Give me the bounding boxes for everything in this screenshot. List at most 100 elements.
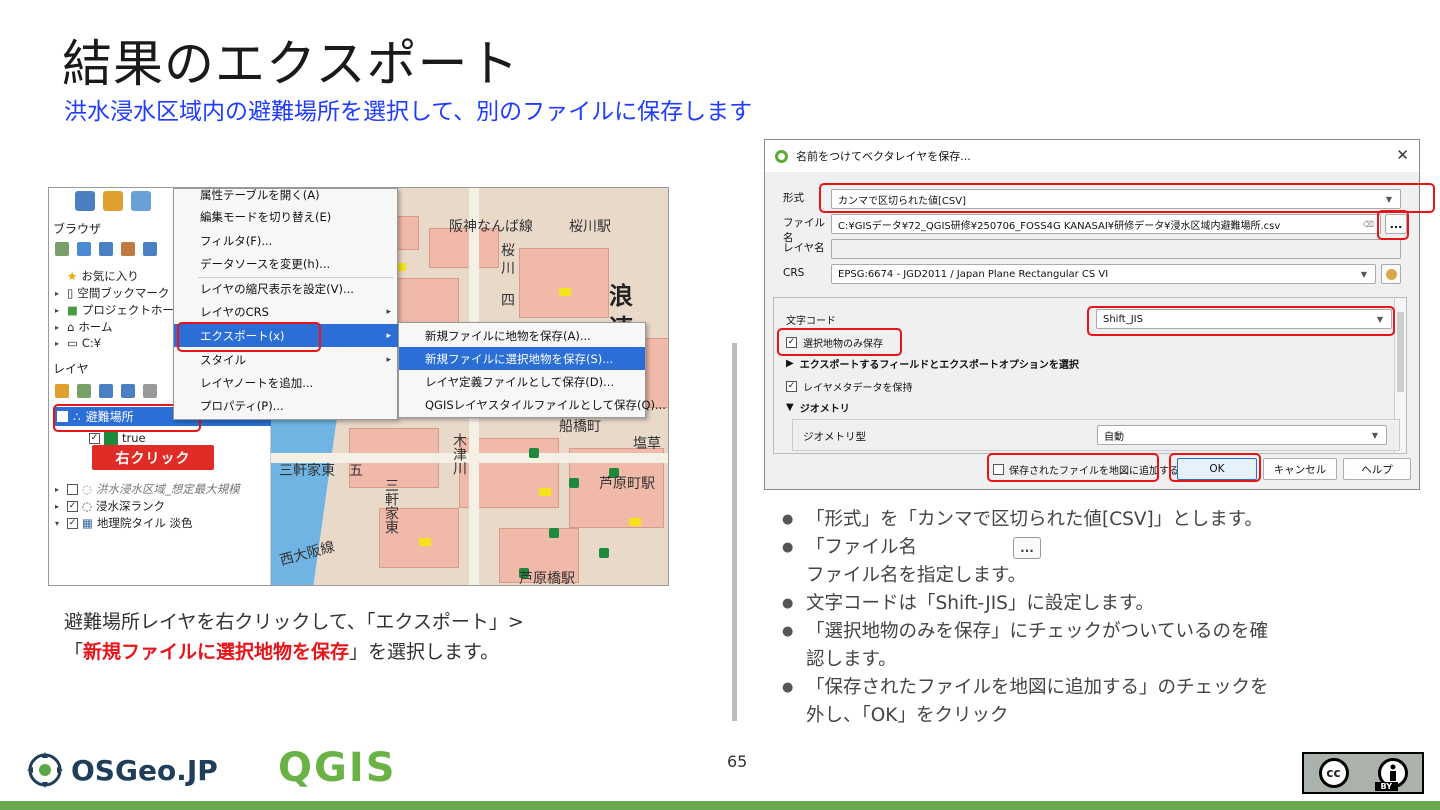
menu-item-scale-visibility[interactable]: レイヤの縮尺表示を設定(V)... <box>174 277 399 300</box>
layers-toolbar <box>55 384 157 398</box>
instruction-item: 文字コードは「Shift-JIS」に設定します。 <box>782 590 1402 618</box>
chevron-down-icon: ▼ <box>1371 430 1378 440</box>
crs-select[interactable]: EPSG:6674 - JGD2011 / Japan Plane Rectan… <box>831 264 1376 284</box>
submenu-arrow-icon: ▸ <box>386 330 391 341</box>
map-selected-feature <box>549 528 559 538</box>
highlight-box <box>987 453 1159 482</box>
add-icon[interactable] <box>55 242 69 256</box>
filter-layers-icon[interactable] <box>121 384 135 398</box>
bottom-accent-bar <box>0 801 1440 810</box>
raster-layer-icon: ▦ <box>82 516 93 530</box>
vertical-divider <box>732 343 737 721</box>
chevron-down-icon: ▼ <box>786 402 794 413</box>
map-feature <box>559 288 571 296</box>
qgis-logo-icon <box>775 149 788 163</box>
menu-item-properties[interactable]: プロパティ(P)... <box>174 394 399 417</box>
add-group-icon[interactable] <box>77 384 91 398</box>
page-number: 65 <box>727 752 748 771</box>
layer-item-flood-area[interactable]: ▸ ◌ 洪水浸水区域_想定最大規模 <box>55 481 240 497</box>
menu-item-toggle-editing[interactable]: 編集モードを切り替え(E) <box>174 205 399 228</box>
submenu-arrow-icon: ▸ <box>386 354 391 365</box>
close-icon[interactable]: ✕ <box>1396 146 1409 164</box>
vector-icon[interactable] <box>131 191 151 211</box>
map-label: 桜川駅 <box>569 219 611 235</box>
caption-line-1: 避難場所レイヤを右クリックして、「エクスポート」> <box>64 611 524 633</box>
layer-item-gsi-tile[interactable]: ▾ ✓ ▦ 地理院タイル 淡色 <box>55 515 193 531</box>
browse-button-illustration: ... <box>1013 537 1042 559</box>
category-symbol-icon <box>104 431 118 445</box>
cancel-button[interactable]: キャンセル <box>1263 458 1337 480</box>
refresh-icon[interactable] <box>77 242 91 256</box>
geometry-section-header[interactable]: ▼ ジオメトリ <box>786 400 850 415</box>
map-label: 塩草 <box>633 436 661 452</box>
menu-item-open-attribute-table[interactable]: 属性テーブルを開く(A) <box>174 188 399 206</box>
menu-item-save-features-as[interactable]: 新規ファイルに地物を保存(A)... <box>399 324 645 347</box>
map-label: 三軒家東 <box>383 478 399 534</box>
map-selected-feature <box>529 448 539 458</box>
map-feature <box>629 518 641 526</box>
browser-item-bookmarks[interactable]: ▸ ▯ 空間ブックマーク <box>55 285 169 301</box>
expression-icon[interactable] <box>143 384 157 398</box>
browser-item-home[interactable]: ▸ ⌂ ホーム <box>55 319 112 335</box>
style-icon[interactable] <box>55 384 69 398</box>
browser-toolbar <box>55 242 157 256</box>
highlight-box <box>1377 210 1409 240</box>
menu-item-change-datasource[interactable]: データソースを変更(h)... <box>174 252 399 275</box>
fields-section-header[interactable]: ▶ エクスポートするフィールドとエクスポートオプションを選択 <box>786 356 1079 371</box>
chevron-down-icon: ▼ <box>1360 269 1367 279</box>
filter-icon[interactable] <box>99 242 113 256</box>
filename-input[interactable]: C:¥GISデータ¥72_QGIS研修¥250706_FOSS4G KANASA… <box>831 214 1381 234</box>
menu-item-add-layer-note[interactable]: レイヤノートを追加... <box>174 371 399 394</box>
instruction-item: 「選択地物のみを保存」にチェックがついているのを確認します。 <box>782 618 1402 674</box>
visibility-icon[interactable] <box>99 384 113 398</box>
map-block <box>519 248 609 318</box>
info-icon[interactable] <box>143 242 157 256</box>
menu-item-save-as-layer-definition[interactable]: レイヤ定義ファイルとして保存(D)... <box>399 370 645 393</box>
map-selected-feature <box>569 478 579 488</box>
layer-checkbox[interactable] <box>67 483 78 495</box>
instruction-item: 「形式」を「カンマで区切られた値[CSV]」とします。 <box>782 506 1402 534</box>
save-vector-layer-dialog: 名前をつけてベクタレイヤを保存... ✕ 形式 カンマで区切られた値[CSV] ▼… <box>764 139 1435 490</box>
geometry-type-select[interactable]: 自動 ▼ <box>1097 425 1387 445</box>
sub-checkbox[interactable]: ✓ <box>89 432 100 444</box>
browser-item-project-home[interactable]: ▸ ■ プロジェクトホーム <box>55 302 185 318</box>
menu-item-save-as-qgis-style[interactable]: QGISレイヤスタイルファイルとして保存(Q)... <box>399 393 666 416</box>
crs-selector-icon[interactable] <box>1381 264 1401 284</box>
menu-item-filter[interactable]: フィルタ(F)... <box>174 229 399 252</box>
layername-input[interactable] <box>831 239 1401 259</box>
chevron-right-icon: ▶ <box>786 358 794 369</box>
layername-row: レイヤ名 <box>783 242 825 254</box>
layer-icon[interactable] <box>75 191 95 211</box>
collapse-icon[interactable] <box>121 242 135 256</box>
layer-item-depth-rank[interactable]: ▸ ✓ ◌ 浸水深ランク <box>55 498 165 514</box>
map-label: 芦原橋駅 <box>519 571 575 586</box>
menu-item-save-selected-features-as[interactable]: 新規ファイルに選択地物を保存(S)... <box>399 347 645 370</box>
layer-checkbox[interactable]: ✓ <box>67 517 78 529</box>
export-submenu: 新規ファイルに地物を保存(A)... 新規ファイルに選択地物を保存(S)... … <box>398 322 666 418</box>
map-label: 芦原町駅 <box>599 476 655 492</box>
browser-panel-title: ブラウザ <box>53 222 102 236</box>
caption-emphasis: 新規ファイルに選択地物を保存 <box>83 641 350 663</box>
caption-line-2: 「新規ファイルに選択地物を保存」を選択します。 <box>64 641 500 663</box>
osgeo-icon <box>27 752 63 788</box>
slide-subtitle: 洪水浸水区域内の避難場所を選択して、別のファイルに保存します <box>64 99 753 125</box>
polygon-layer-icon: ◌ <box>82 499 93 513</box>
add-layer-icon[interactable] <box>103 191 123 211</box>
encoding-row: 文字コード <box>786 316 836 327</box>
layer-checkbox[interactable]: ✓ <box>67 500 78 512</box>
geometry-group: ジオメトリ型 自動 ▼ <box>792 419 1400 451</box>
slide-title: 結果のエクスポート <box>62 35 520 93</box>
keep-metadata-row[interactable]: ✓ レイヤメタデータを保持 <box>786 379 913 394</box>
clear-icon[interactable]: ⌫ <box>1363 220 1374 229</box>
browser-item-favorites[interactable]: ★ お気に入り <box>55 268 139 284</box>
scrollbar-thumb[interactable] <box>1397 312 1404 392</box>
help-button[interactable]: ヘルプ <box>1343 458 1411 480</box>
menu-item-layer-crs[interactable]: レイヤのCRS ▸ <box>174 300 399 323</box>
browser-item-drive-c[interactable]: ▸ ▭ C:¥ <box>55 336 101 350</box>
map-label: 川 <box>501 261 515 277</box>
dialog-title: 名前をつけてベクタレイヤを保存... <box>796 150 971 163</box>
left-caption: 避難場所レイヤを右クリックして、「エクスポート」> 「新規ファイルに選択地物を保… <box>64 607 664 667</box>
keep-metadata-checkbox[interactable]: ✓ <box>786 381 797 392</box>
cc-by-license-badge: cc BY <box>1302 752 1424 794</box>
layer-item-true[interactable]: ✓ true <box>89 431 146 445</box>
